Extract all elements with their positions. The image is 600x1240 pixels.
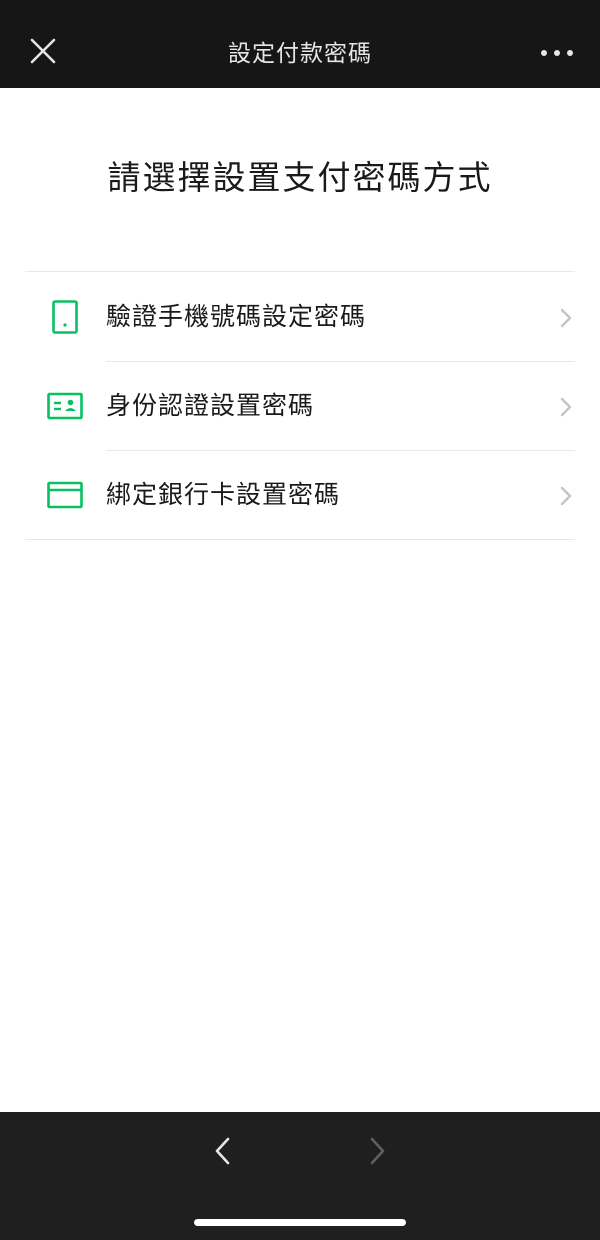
option-label: 綁定銀行卡設置密碼 (106, 480, 341, 509)
phone-icon (52, 300, 78, 334)
top-navigation-bar: 設定付款密碼 (0, 0, 600, 88)
method-heading: 請選擇設置支付密碼方式 (107, 158, 493, 197)
id-card-icon (47, 392, 83, 420)
option-bind-bank-card[interactable]: 綁定銀行卡設置密碼 (25, 450, 575, 539)
bottom-browser-bar (0, 1112, 600, 1240)
more-icon[interactable] (540, 42, 574, 64)
option-verify-phone[interactable]: 驗證手機號碼設定密碼 (25, 272, 575, 361)
payment-password-screen: 設定付款密碼 請選擇設置支付密碼方式 驗證手機號碼設定密碼 身份認證設置密碼 綁… (0, 0, 600, 1240)
chevron-right-icon (560, 486, 572, 506)
bank-card-icon (47, 481, 83, 509)
page-title: 設定付款密碼 (228, 41, 372, 67)
forward-arrow-icon[interactable] (366, 1136, 388, 1166)
home-indicator[interactable] (194, 1219, 406, 1226)
option-label: 驗證手機號碼設定密碼 (106, 302, 367, 331)
chevron-right-icon (560, 308, 572, 328)
chevron-right-icon (560, 397, 572, 417)
option-label: 身份認證設置密碼 (106, 391, 315, 420)
option-identity-verification[interactable]: 身份認證設置密碼 (25, 361, 575, 450)
back-arrow-icon[interactable] (212, 1136, 234, 1166)
password-method-list: 驗證手機號碼設定密碼 身份認證設置密碼 綁定銀行卡設置密碼 (25, 271, 575, 540)
